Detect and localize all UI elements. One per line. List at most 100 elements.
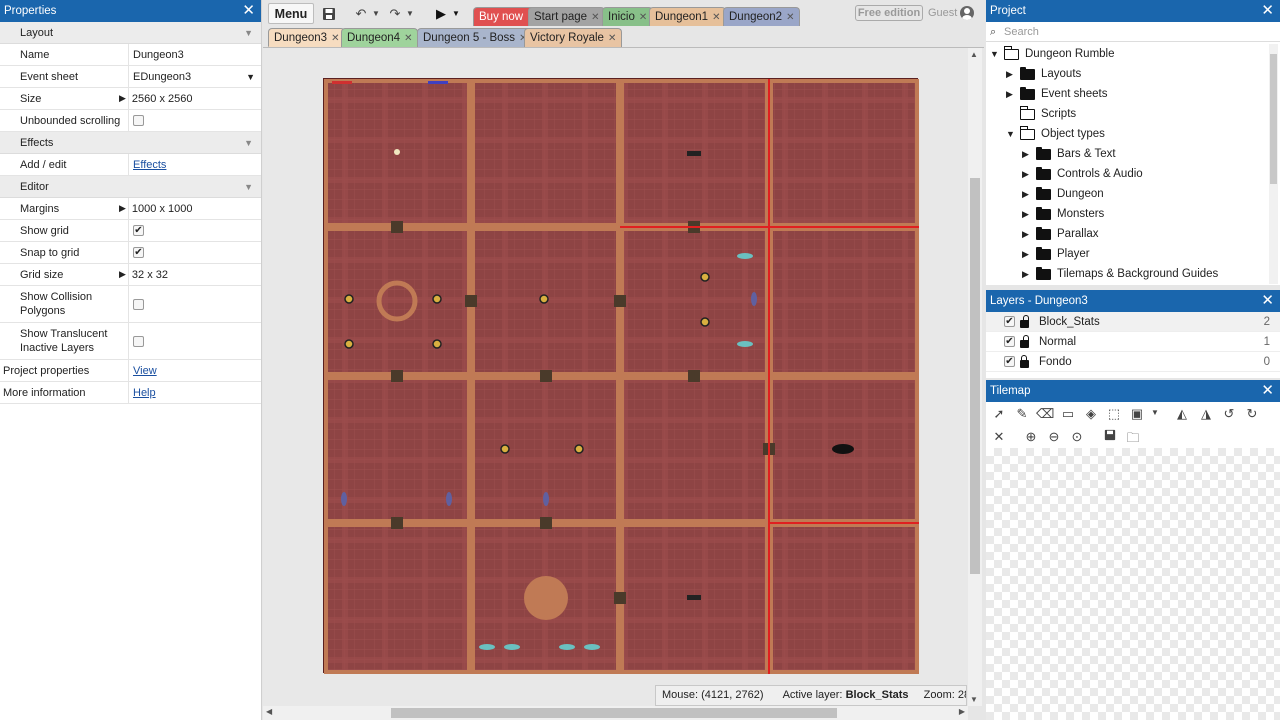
dropdown-arrow-icon[interactable]: ▼ [246,72,255,82]
tree-item-dungeon-rumble[interactable]: ▼ Dungeon Rumble [990,44,1115,64]
tree-item-player[interactable]: ▶ Player [1022,244,1090,264]
scroll-down-icon[interactable]: ▼ [970,695,978,704]
clear-icon[interactable]: ✕ [990,429,1008,445]
unlock-icon[interactable] [1020,334,1029,348]
margins-field[interactable]: ▶ 1000 x 1000 [119,198,261,219]
tree-item-layouts[interactable]: ▶ Layouts [1006,64,1081,84]
effects-link[interactable]: Effects [133,159,166,171]
tab-close-icon[interactable]: ✕ [608,33,616,44]
tree-item-controls-audio[interactable]: ▶ Controls & Audio [1022,164,1143,184]
editor-section[interactable]: Editor ▼ [0,176,261,198]
rotate-cw-icon[interactable]: ↻ [1243,406,1261,422]
tree-item-dungeon[interactable]: ▶ Dungeon [1022,184,1104,204]
show-grid-checkbox[interactable]: ✔ [133,225,144,236]
horizontal-scrollbar[interactable]: ◀ ▶ [263,706,968,720]
size-field[interactable]: ▶ 2560 x 2560 [119,88,261,109]
expand-icon[interactable]: ▶ [119,203,126,214]
tree-item-event-sheets[interactable]: ▶ Event sheets [1006,84,1107,104]
expand-icon[interactable]: ▶ [1022,244,1036,264]
tab-close-icon[interactable]: ✕ [639,12,647,23]
view-link[interactable]: View [133,365,157,377]
zoom-in-icon[interactable]: ⊕ [1022,429,1040,445]
close-icon[interactable]: ✕ [1261,290,1274,312]
close-icon[interactable]: ✕ [1261,380,1274,402]
collapse-icon[interactable]: ▼ [244,176,253,198]
selection-icon[interactable]: ⬚ [1105,406,1123,422]
expand-icon[interactable]: ▶ [1022,184,1036,204]
layout-section[interactable]: Layout ▼ [0,22,261,44]
flip-vertical-icon[interactable]: ◮ [1197,406,1215,422]
tab-close-icon[interactable]: ✕ [591,12,599,23]
top-tab-3[interactable]: Dungeon1 ✕ [649,7,727,26]
tab-close-icon[interactable]: ✕ [331,33,339,44]
project-scrollbar[interactable] [1269,44,1278,284]
layer-row-fondo[interactable]: ✔ Fondo 0 [986,352,1280,372]
layer-row-normal[interactable]: ✔ Normal 1 [986,332,1280,352]
layer-row-block-stats[interactable]: ✔ Block_Stats 2 [986,312,1280,332]
tree-item-parallax[interactable]: ▶ Parallax [1022,224,1099,244]
menu-button[interactable]: Menu [268,3,314,24]
fill-bucket-icon[interactable]: ◈ [1082,406,1100,422]
expand-icon[interactable]: ▶ [1022,224,1036,244]
snap-checkbox[interactable]: ✔ [133,247,144,258]
show-translucent-checkbox[interactable] [133,335,144,347]
expand-icon[interactable]: ▶ [1006,84,1020,104]
layer-visible-checkbox[interactable]: ✔ [1004,356,1015,367]
grid-size-field[interactable]: ▶ 32 x 32 [119,264,261,285]
play-icon[interactable]: ▶ [433,3,449,24]
tab-close-icon[interactable]: ✕ [404,33,412,44]
stamp-dropdown-icon[interactable]: ▼ [1146,408,1164,417]
horizontal-scroll-thumb[interactable] [391,708,837,718]
undo-icon[interactable]: ↶ [351,3,371,24]
tab-close-icon[interactable]: ✕ [712,12,720,23]
layout-canvas[interactable] [263,48,968,706]
redo-dropdown-icon[interactable]: ▼ [405,3,415,24]
user-icon[interactable] [960,6,974,20]
play-dropdown-icon[interactable]: ▼ [451,3,461,24]
scroll-up-icon[interactable]: ▲ [970,50,978,59]
free-edition-badge[interactable]: Free edition [855,5,923,21]
tree-item-scripts[interactable]: Scripts [1006,104,1076,124]
top-tab-2[interactable]: Inicio ✕ [602,7,654,26]
expand-icon[interactable]: ▶ [1022,164,1036,184]
show-collision-checkbox[interactable] [133,298,144,310]
help-link[interactable]: Help [133,387,156,399]
expand-icon[interactable]: ▶ [1006,64,1020,84]
project-scroll-thumb[interactable] [1270,54,1277,184]
tree-item-object-types[interactable]: ▼ Object types [1006,124,1105,144]
undo-dropdown-icon[interactable]: ▼ [371,3,381,24]
pencil-icon[interactable]: ✎ [1013,406,1031,422]
top-tab-1[interactable]: Start page ✕ [528,7,606,26]
unlock-icon[interactable] [1020,314,1029,328]
save-icon[interactable] [319,3,339,24]
tree-item-tilemaps-background-guides[interactable]: ▶ Tilemaps & Background Guides [1022,264,1218,284]
expand-icon[interactable]: ▶ [119,93,126,104]
scroll-left-icon[interactable]: ◀ [266,707,272,716]
cursor-icon[interactable]: ➚ [990,406,1008,422]
layer-visible-checkbox[interactable]: ✔ [1004,316,1015,327]
redo-icon[interactable]: ↷ [385,3,405,24]
name-field[interactable]: Dungeon3 [129,44,261,65]
tree-item-bars-text[interactable]: ▶ Bars & Text [1022,144,1116,164]
expand-icon[interactable]: ▼ [1006,124,1020,144]
lock-icon[interactable] [1020,354,1029,368]
layout-tab-2[interactable]: Dungeon 5 - Boss✕ [417,28,534,47]
expand-icon[interactable]: ▶ [1022,204,1036,224]
tab-close-icon[interactable]: ✕ [786,12,794,23]
flip-horizontal-icon[interactable]: ◭ [1173,406,1191,422]
rotate-ccw-icon[interactable]: ↺ [1220,406,1238,422]
close-icon[interactable]: ✕ [242,0,255,22]
search-input[interactable]: ⌕ Search [986,22,1280,42]
expand-icon[interactable]: ▼ [990,44,1004,64]
top-tab-4[interactable]: Dungeon2 ✕ [723,7,801,26]
expand-icon[interactable]: ▶ [1022,264,1036,284]
tilemap-preview[interactable] [986,448,1280,720]
layer-visible-checkbox[interactable]: ✔ [1004,336,1015,347]
unbounded-checkbox[interactable] [133,115,144,126]
scroll-right-icon[interactable]: ▶ [959,707,965,716]
effects-section[interactable]: Effects ▼ [0,132,261,154]
layout-tab-3[interactable]: Victory Royale ✕ [524,28,623,47]
layout-tab-0[interactable]: Dungeon3 ✕ [268,28,346,47]
vertical-scrollbar[interactable]: ▲ ▼ [968,48,982,706]
event-sheet-select[interactable]: EDungeon3 ▼ [129,66,261,87]
